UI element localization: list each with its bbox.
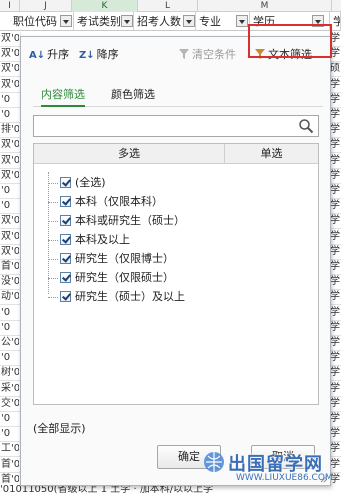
cell-stub-left: 首'0: [1, 459, 19, 470]
cell-stub-left: 双'0: [1, 231, 19, 242]
cell-stub-left: 排'0: [1, 124, 19, 135]
checkbox-checked[interactable]: [60, 196, 71, 207]
cell-stub-left: '0: [1, 428, 11, 439]
column-letter-bar: I J K L M: [0, 0, 341, 12]
cell-stub-right: 学: [330, 94, 340, 105]
cell-stub-left: '0: [1, 307, 11, 318]
cell-stub-left: 双'0: [1, 79, 19, 90]
filter-option-select-all[interactable]: (全选): [48, 174, 106, 192]
globe-logo-icon: [204, 452, 224, 472]
sort-descending-icon: Z↓: [79, 50, 95, 61]
cell-stub-left: 双'0: [1, 33, 19, 44]
checkbox-checked[interactable]: [60, 253, 71, 264]
cell-stub-left: 动'0: [1, 291, 19, 302]
cell-stub-right: 学: [330, 200, 340, 211]
checkbox-checked[interactable]: [60, 234, 71, 245]
site-watermark: 出国留学网 WWW.LIUXUE86.COM: [198, 446, 341, 495]
cell-stub-right: 学: [330, 322, 340, 333]
list-header-single-select[interactable]: 单选: [225, 144, 318, 164]
cell-stub-left: 双'0: [1, 246, 19, 257]
cell-stub-left: '0: [1, 322, 11, 333]
cell-stub-right: 学: [330, 261, 340, 272]
cell-stub-left: 双'0: [1, 215, 19, 226]
filter-dropdown-button[interactable]: [236, 15, 248, 27]
cell-stub-right: 硕: [330, 63, 340, 74]
cell-stub-left: 树'0: [1, 367, 19, 378]
show-all-label: (全部显示): [33, 422, 86, 435]
cell-stub-left: 双'0: [1, 48, 19, 59]
cell-stub-left: 双'0: [1, 155, 19, 166]
cell-stub-right: 学: [330, 185, 340, 196]
watermark-url: WWW.LIUXUE86.COM: [236, 473, 333, 483]
cell-stub-left: 采'0: [1, 383, 19, 394]
list-header: 多选 单选: [34, 144, 318, 164]
filter-option[interactable]: 研究生（硕士）及以上: [48, 288, 185, 306]
filter-option[interactable]: 研究生（仅限硕士）: [48, 269, 174, 287]
checkbox-checked[interactable]: [60, 291, 71, 302]
checkbox-checked[interactable]: [60, 272, 71, 283]
filter-tabs: 内容筛选 颜色筛选: [33, 85, 323, 107]
tab-content-filter[interactable]: 内容筛选: [41, 85, 85, 107]
cell-stub-left: 交'0: [1, 398, 19, 409]
cell-stub-left: '0: [1, 352, 11, 363]
checkbox-checked[interactable]: [60, 177, 71, 188]
cell-stub-right: 学: [330, 155, 340, 166]
cell-stub-right: 学: [330, 276, 340, 287]
sort-descending-button[interactable]: Z↓ 降序: [79, 45, 119, 65]
cell-stub-right: 学: [330, 170, 340, 181]
cell-stub-right: 学: [330, 124, 340, 135]
tab-color-filter[interactable]: 颜色筛选: [111, 85, 155, 107]
column-letter[interactable]: L: [138, 0, 198, 12]
cell-stub-right: 学: [330, 337, 340, 348]
sort-ascending-icon: A↓: [29, 50, 46, 61]
filter-option[interactable]: 本科或研究生（硕士）: [48, 212, 185, 230]
cell-stub-right: 学: [330, 79, 340, 90]
cell-stub-left: 双'0: [1, 63, 19, 74]
sort-ascending-button[interactable]: A↓ 升序: [29, 45, 69, 65]
filter-options-list: 多选 单选 (全选) 本科（仅限本科） 本科或研究生（硕士） 本科及以上 研究生…: [33, 143, 319, 405]
cell-stub-left: 首'02: [1, 261, 19, 272]
filter-option[interactable]: 研究生（仅限博士）: [48, 250, 174, 268]
filter-dropdown-button[interactable]: [121, 15, 133, 27]
funnel-clear-icon: [179, 49, 189, 59]
cell-stub-right: 学: [330, 367, 340, 378]
cell-stub-left: '0: [1, 109, 11, 120]
education-filter-highlight: [248, 24, 332, 58]
cell-stub-right: 学: [330, 413, 340, 424]
cell-stub-right: 学: [330, 352, 340, 363]
filter-dropdown-button[interactable]: [183, 15, 195, 27]
filter-option[interactable]: 本科及以上: [48, 231, 130, 249]
search-icon[interactable]: [298, 118, 314, 134]
cell-stub-left: 公'0: [1, 337, 19, 348]
cell-stub-right: 学: [330, 109, 340, 120]
column-letter[interactable]: J: [20, 0, 72, 12]
list-header-multi-select[interactable]: 多选: [34, 144, 224, 164]
cell-stub-left: 没'02: [1, 276, 19, 287]
column-letter[interactable]: M: [198, 0, 332, 12]
cell-stub-right: 学: [330, 215, 340, 226]
cell-stub-left: '0: [1, 185, 11, 196]
cell-stub-right: 学: [330, 246, 340, 257]
cell-stub-right: 学: [330, 307, 340, 318]
clear-conditions-button[interactable]: 清空条件: [179, 45, 236, 65]
column-letter[interactable]: I: [0, 0, 20, 12]
cell-stub-right: 学: [330, 383, 340, 394]
cell-stub-right: 学: [330, 231, 340, 242]
cell-stub-right: 学: [330, 428, 340, 439]
column-letter-active[interactable]: K: [72, 0, 138, 12]
cell-stub-left: '0: [1, 94, 11, 105]
filter-option[interactable]: 本科（仅限本科）: [48, 193, 163, 211]
cell-stub-right: 学: [330, 139, 340, 150]
filter-dropdown-panel: A↓ 升序 Z↓ 降序 清空条件 文本筛选 内容筛选 颜色筛选 多选 单选 (全…: [20, 36, 331, 486]
cell-stub-left: 工'0: [1, 443, 19, 454]
cell-stub-left: 双'0: [1, 170, 19, 181]
checkbox-checked[interactable]: [60, 215, 71, 226]
cell-stub-right: 学: [330, 291, 340, 302]
cell-stub-left: '0: [1, 200, 11, 211]
cell-stub-right: 学: [330, 398, 340, 409]
filter-dropdown-button[interactable]: [60, 15, 72, 27]
cell-stub-left: '0: [1, 413, 11, 424]
filter-search-input[interactable]: [33, 115, 319, 137]
cell-stub-left: 双'0: [1, 139, 19, 150]
